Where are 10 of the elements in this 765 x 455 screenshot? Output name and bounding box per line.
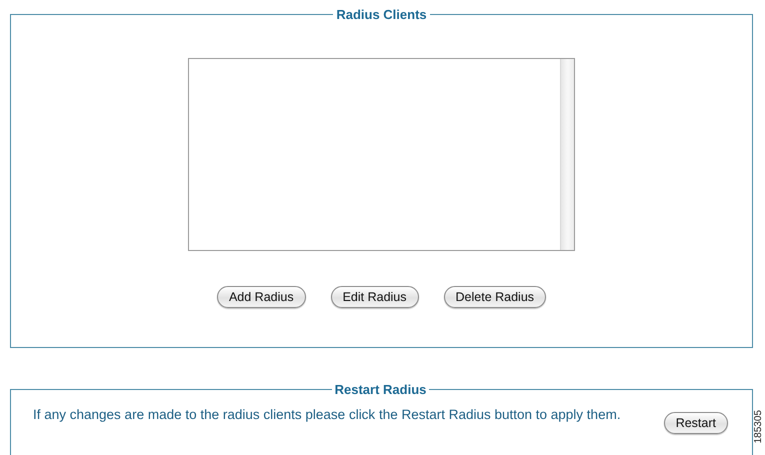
panel-title: Radius Clients (335, 7, 428, 22)
panel-title: Restart Radius (334, 382, 428, 397)
radius-button[interactable]: Delete Radius (444, 286, 546, 308)
radius-button[interactable]: Edit Radius (330, 286, 419, 308)
scrollbar-track[interactable] (560, 59, 574, 250)
restart-button[interactable]: Restart (664, 412, 728, 434)
radius-button[interactable]: Add Radius (216, 286, 306, 308)
figure-id: 185305 (753, 410, 764, 444)
clients-list[interactable] (188, 58, 575, 251)
restart-message: If any changes are made to the radius clients please click the Restart Radius button to apply them. (33, 407, 622, 423)
